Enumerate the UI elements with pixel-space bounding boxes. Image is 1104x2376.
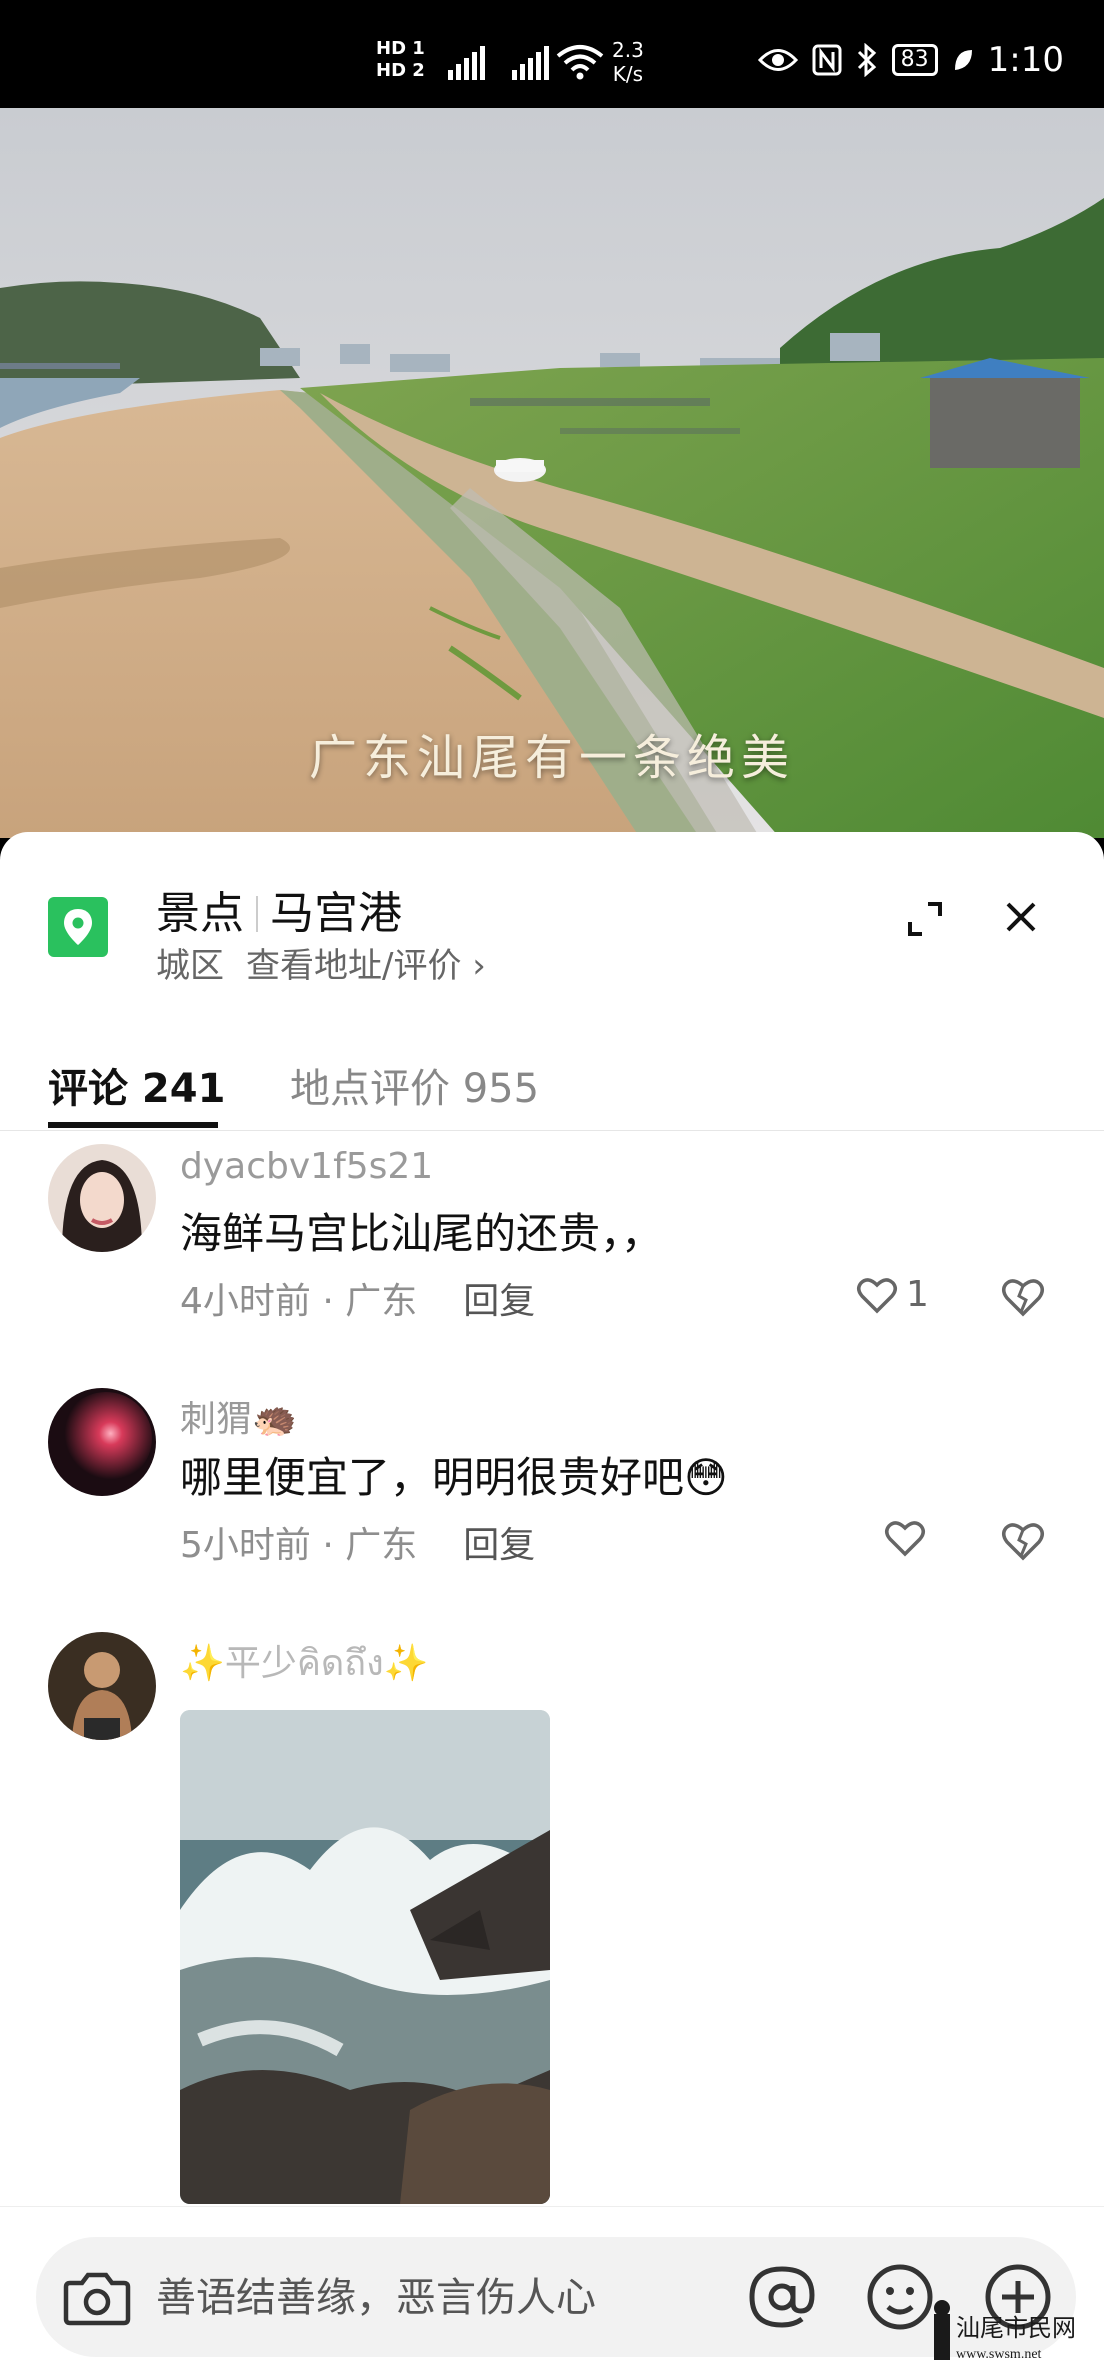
site-watermark: 汕尾市民网 www.swsm.net bbox=[934, 2300, 1076, 2362]
avatar[interactable] bbox=[48, 1632, 156, 1740]
comment-username[interactable]: 刺猬🦔 bbox=[180, 1390, 297, 1442]
hd1-label: HD 1 bbox=[376, 38, 425, 59]
eye-icon bbox=[757, 49, 798, 71]
tab-comments[interactable]: 评论 241 bbox=[48, 1056, 225, 1114]
reply-button[interactable]: 回复 bbox=[463, 1525, 535, 1566]
comment-region: 广东 bbox=[345, 1281, 418, 1322]
watermark-url: www.swsm.net bbox=[956, 2347, 1042, 2362]
net-speed-unit: K/s bbox=[612, 62, 644, 86]
leaf-icon bbox=[954, 50, 972, 70]
net-speed-value: 2.3 bbox=[612, 38, 644, 62]
nfc-icon bbox=[812, 44, 842, 76]
comment-text: 海鲜马宫比汕尾的还贵，， bbox=[180, 1209, 664, 1258]
signal-icon-2 bbox=[512, 46, 549, 80]
tab-place-reviews[interactable]: 地点评价 955 bbox=[290, 1056, 539, 1114]
clock: 1:10 bbox=[987, 40, 1064, 80]
meta-separator: · bbox=[310, 1281, 346, 1322]
location-title: 景点 马宫港 bbox=[156, 877, 402, 941]
hd-indicator: HD 1 HD 2 bbox=[376, 38, 426, 82]
like-button[interactable] bbox=[884, 1518, 934, 1558]
location-name: 马宫港 bbox=[270, 888, 402, 939]
bluetooth-icon bbox=[857, 43, 876, 77]
wifi-icon bbox=[556, 45, 604, 80]
comment-text: 哪里便宜了，明明很贵好吧😳 bbox=[180, 1453, 728, 1502]
video-player[interactable]: 广东汕尾有一条绝美 bbox=[0, 108, 1104, 838]
comment-input[interactable] bbox=[154, 2267, 718, 2329]
status-bar: HD 1 HD 2 2.3 K/s 83 1:10 bbox=[0, 0, 1104, 108]
tab-bar: 评论 241 地点评价 955 bbox=[0, 1022, 1104, 1131]
comment-item: ✨平少คิดถึง✨ bbox=[0, 1632, 1104, 2232]
comment-meta: 4小时前 · 广东 回复 bbox=[180, 1272, 535, 1324]
dislike-heart-icon[interactable] bbox=[1000, 1518, 1046, 1564]
reply-button[interactable]: 回复 bbox=[463, 1281, 535, 1322]
comment-time: 5小时前 bbox=[180, 1525, 311, 1566]
hd2-label: HD 2 bbox=[376, 60, 425, 81]
meta-separator: · bbox=[310, 1525, 346, 1566]
location-district: 城区 bbox=[156, 946, 224, 986]
video-caption: 广东汕尾有一条绝美 bbox=[308, 730, 795, 786]
comment-username[interactable]: ✨平少คิดถึง✨ bbox=[180, 1634, 429, 1691]
like-button[interactable]: 1 bbox=[856, 1274, 929, 1315]
comment-item: 刺猬🦔 哪里便宜了，明明很贵好吧😳 5小时前 · 广东 回复 bbox=[0, 1388, 1104, 1598]
location-pin-icon bbox=[48, 897, 108, 957]
comment-region: 广东 bbox=[345, 1525, 418, 1566]
avatar[interactable] bbox=[48, 1388, 156, 1496]
avatar[interactable] bbox=[48, 1144, 156, 1252]
status-right: 83 1:10 bbox=[757, 40, 1064, 80]
expand-icon[interactable] bbox=[900, 894, 950, 944]
comment-time: 4小时前 bbox=[180, 1281, 311, 1322]
watermark-text: 汕尾市民网 bbox=[956, 2315, 1076, 2342]
view-address-link[interactable]: 查看地址/评价 › bbox=[246, 946, 486, 986]
like-count: 1 bbox=[906, 1274, 929, 1315]
comment-meta: 5小时前 · 广东 回复 bbox=[180, 1516, 535, 1568]
location-subtitle: 城区 查看地址/评价 › bbox=[156, 938, 486, 987]
dislike-heart-icon[interactable] bbox=[1000, 1274, 1046, 1320]
heart-icon bbox=[885, 1521, 925, 1557]
comment-item: dyacbv1f5s21 海鲜马宫比汕尾的还贵，， 4小时前 · 广东 回复 1 bbox=[0, 1144, 1104, 1354]
location-category: 景点 bbox=[156, 888, 244, 939]
heart-icon bbox=[857, 1277, 897, 1313]
net-speed: 2.3 K/s bbox=[612, 38, 644, 86]
comment-username[interactable]: dyacbv1f5s21 bbox=[180, 1146, 433, 1187]
comment-image[interactable] bbox=[180, 1710, 550, 2204]
location-sheet: 景点 马宫港 城区 查看地址/评价 › 评论 241 地点评价 955 dyacbv… bbox=[0, 832, 1104, 2376]
battery-indicator: 83 bbox=[891, 44, 938, 76]
signal-icon bbox=[448, 46, 485, 80]
active-tab-indicator bbox=[48, 1122, 218, 1128]
mention-at-icon[interactable] bbox=[746, 2261, 818, 2333]
close-icon[interactable] bbox=[996, 892, 1046, 942]
camera-icon[interactable] bbox=[62, 2265, 132, 2329]
title-divider bbox=[256, 896, 258, 932]
